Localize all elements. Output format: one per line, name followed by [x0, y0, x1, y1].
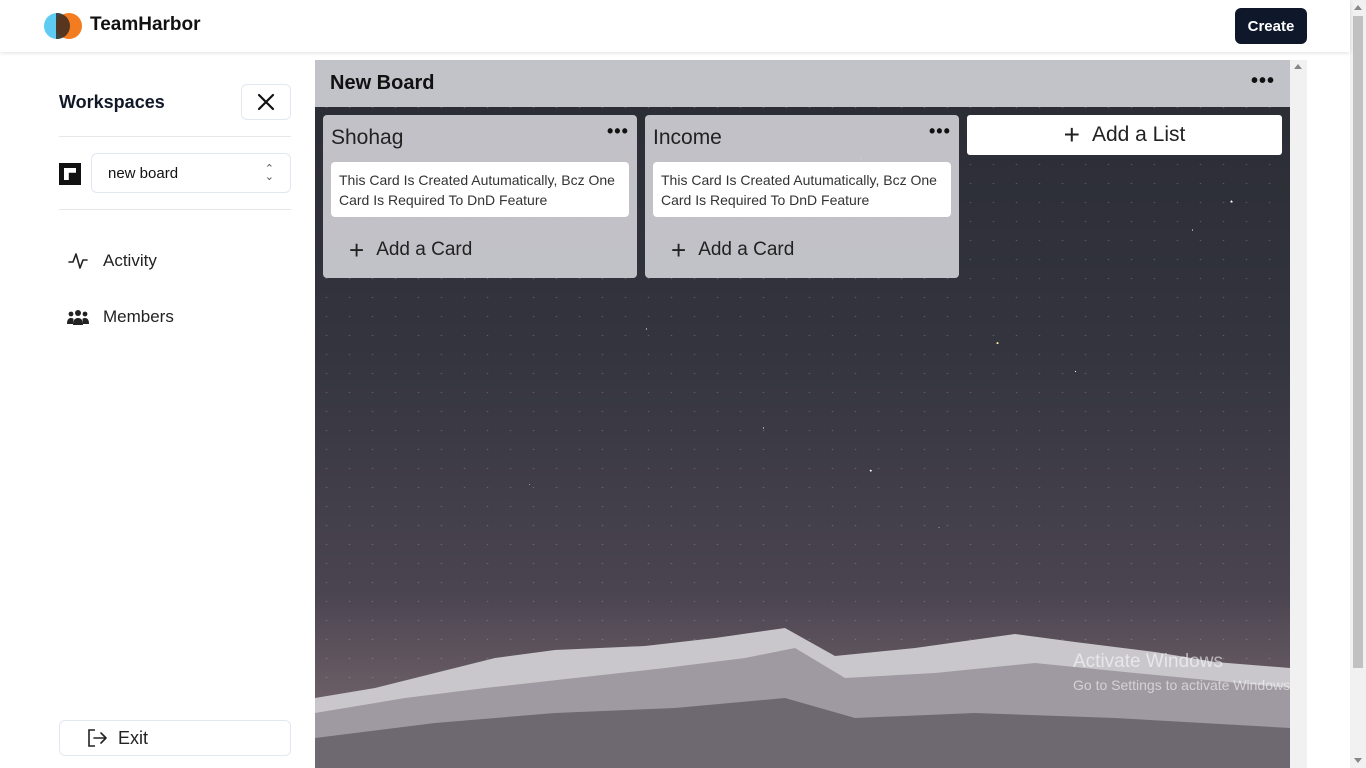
scroll-up-icon[interactable]	[1294, 64, 1302, 69]
list-column[interactable]: Shohag ••• This Card Is Created Autumati…	[323, 115, 637, 278]
board-more-options-icon[interactable]: •••	[1251, 70, 1275, 93]
windows-activation-watermark: Activate Windows Go to Settings to activ…	[1073, 651, 1294, 693]
add-card-button[interactable]: + Add a Card	[671, 235, 795, 265]
create-button[interactable]: Create	[1235, 8, 1307, 44]
watermark-line2: Go to Settings to activate Windows.	[1073, 677, 1294, 693]
activity-icon	[67, 250, 89, 272]
list-more-options-icon[interactable]: •••	[607, 121, 629, 142]
workspaces-title: Workspaces	[59, 92, 165, 112]
add-list-button[interactable]: + Add a List	[967, 115, 1282, 155]
brand-name[interactable]: TeamHarbor	[90, 14, 201, 36]
watermark-line1: Activate Windows	[1073, 651, 1223, 672]
board-icon	[59, 163, 81, 185]
board-header: New Board •••	[315, 60, 1290, 107]
close-icon	[257, 93, 275, 111]
close-sidebar-button[interactable]	[241, 84, 291, 120]
exit-button[interactable]: Exit	[59, 720, 291, 756]
divider	[59, 136, 291, 137]
board-select[interactable]: new board ⌃ ⌄	[91, 153, 291, 193]
sidebar-item-label: Members	[103, 307, 174, 326]
list-more-options-icon[interactable]: •••	[929, 121, 951, 142]
scroll-down-icon[interactable]	[1354, 758, 1362, 763]
list-column[interactable]: Income ••• This Card Is Created Autumati…	[645, 115, 959, 278]
top-navbar: TeamHarbor Create	[0, 0, 1350, 52]
sidebar-item-members[interactable]: Members	[67, 306, 174, 328]
teamharbor-logo-icon[interactable]	[44, 13, 82, 39]
mountain-background	[315, 628, 1290, 768]
board-select-value: new board	[108, 164, 179, 182]
members-icon	[67, 306, 89, 328]
add-card-label: Add a Card	[376, 239, 473, 260]
add-list-label: Add a List	[1091, 123, 1186, 146]
plus-icon: +	[1063, 119, 1080, 150]
card[interactable]: This Card Is Created Autumatically, Bcz …	[653, 162, 951, 217]
scroll-up-icon[interactable]	[1354, 5, 1362, 10]
sidebar-item-label: Activity	[103, 251, 157, 270]
board-title: New Board	[330, 72, 435, 94]
chevron-up-down-icon: ⌃ ⌄	[264, 163, 274, 183]
exit-label: Exit	[118, 727, 149, 748]
sidebar-item-activity[interactable]: Activity	[67, 250, 157, 272]
exit-icon	[86, 728, 108, 748]
add-card-button[interactable]: + Add a Card	[349, 235, 473, 265]
page-scrollbar[interactable]	[1350, 0, 1366, 768]
card[interactable]: This Card Is Created Autumatically, Bcz …	[331, 162, 629, 217]
add-card-label: Add a Card	[698, 239, 795, 260]
list-title[interactable]: Shohag	[331, 126, 403, 150]
list-title[interactable]: Income	[653, 126, 722, 150]
plus-icon: +	[671, 235, 687, 265]
divider	[59, 209, 291, 210]
scrollbar-thumb[interactable]	[1353, 16, 1363, 668]
plus-icon: +	[349, 235, 365, 265]
